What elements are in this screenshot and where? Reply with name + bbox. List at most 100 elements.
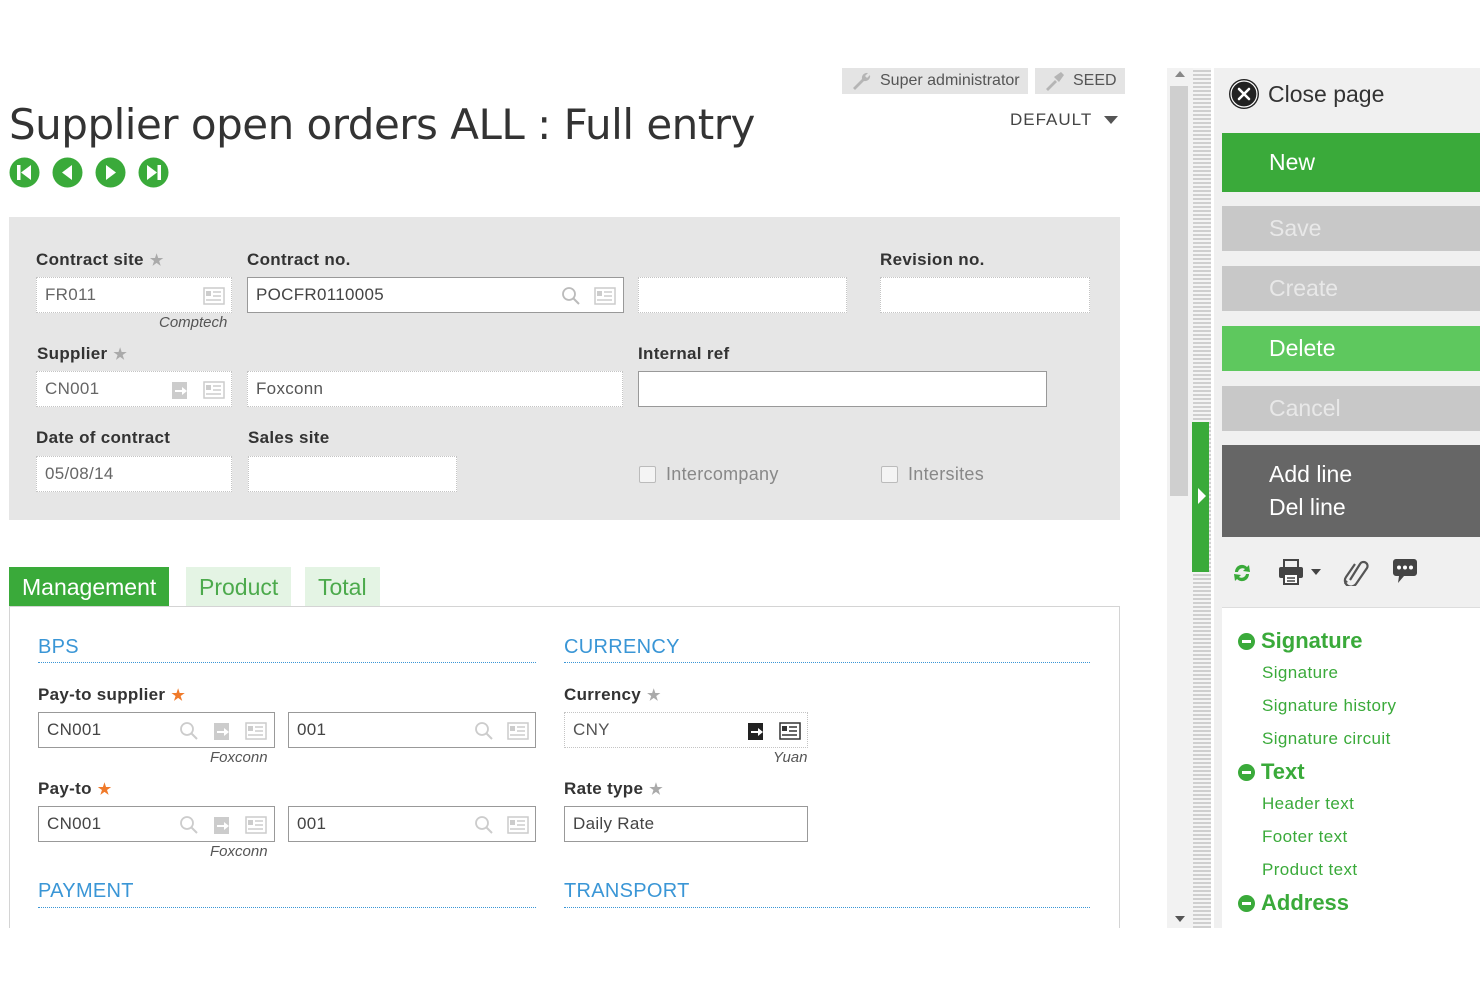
attachment-icon[interactable] [1342, 558, 1370, 586]
detail-card-icon[interactable] [507, 721, 529, 741]
folder-button[interactable]: SEED [1035, 68, 1125, 94]
pay-to-supplier-address-value: 001 [297, 720, 327, 739]
next-record-icon[interactable] [95, 157, 126, 188]
star-icon: ★ [649, 781, 663, 798]
view-label: DEFAULT [1010, 110, 1093, 129]
contract-desc-field[interactable] [638, 277, 847, 313]
previous-record-icon[interactable] [52, 157, 83, 188]
page-bottom-margin [0, 928, 1480, 987]
pay-to-address-field[interactable]: 001 [288, 806, 536, 842]
required-star-icon: ★ [97, 781, 112, 798]
detail-card-icon[interactable] [779, 721, 801, 741]
add-line-button[interactable]: Add line [1269, 461, 1352, 488]
search-icon[interactable] [178, 815, 200, 835]
close-page-button[interactable]: Close page [1228, 78, 1384, 110]
pay-to-field[interactable]: CN001 [38, 806, 275, 842]
view-selector[interactable]: DEFAULT [1010, 110, 1119, 130]
internal-ref-field[interactable] [638, 371, 1047, 407]
detail-card-icon[interactable] [507, 815, 529, 835]
refresh-icon[interactable] [1231, 561, 1253, 585]
contract-site-label: Contract site ★ [36, 250, 164, 269]
signature-group-toggle[interactable]: Signature [1238, 628, 1362, 654]
link-footer-text[interactable]: Footer text [1262, 827, 1348, 847]
internal-ref-label: Internal ref [638, 344, 730, 363]
section-currency-title: CURRENCY [564, 636, 680, 658]
revision-no-field[interactable] [880, 277, 1090, 313]
link-product-text[interactable]: Product text [1262, 860, 1358, 880]
open-link-icon[interactable] [211, 721, 233, 741]
tab-total[interactable]: Total [305, 567, 380, 607]
link-header-text[interactable]: Header text [1262, 794, 1354, 814]
intersites-checkbox[interactable]: Intersites [881, 464, 984, 485]
new-button[interactable]: New [1222, 133, 1480, 192]
caret-down-icon[interactable] [1310, 568, 1322, 576]
signature-group-title: Signature [1261, 628, 1363, 653]
supplier-name-field[interactable]: Foxconn [247, 371, 623, 407]
search-icon[interactable] [473, 721, 495, 741]
last-record-icon[interactable] [138, 157, 169, 188]
close-page-label: Close page [1268, 80, 1385, 107]
address-group-toggle[interactable]: Address [1238, 890, 1349, 916]
scroll-up-icon[interactable] [1174, 69, 1186, 78]
print-icon[interactable] [1277, 558, 1305, 586]
open-link-icon[interactable] [169, 380, 191, 400]
chevron-right-icon[interactable] [1196, 486, 1208, 506]
section-payment-title: PAYMENT [38, 880, 134, 902]
pay-to-supplier-field[interactable]: CN001 [38, 712, 275, 748]
page-root: Super administrator SEED Supplier open o… [0, 0, 1480, 987]
pay-to-value: CN001 [47, 814, 102, 833]
comment-icon[interactable] [1390, 557, 1420, 587]
cancel-button[interactable]: Cancel [1222, 386, 1480, 431]
search-icon[interactable] [473, 815, 495, 835]
open-link-icon[interactable] [211, 815, 233, 835]
link-signature-history[interactable]: Signature history [1262, 696, 1396, 716]
rate-type-value: Daily Rate [573, 814, 655, 833]
search-icon[interactable] [178, 721, 200, 741]
folder-tools-icon [1046, 72, 1064, 91]
date-of-contract-field[interactable]: 05/08/14 [36, 456, 232, 492]
collapse-icon [1238, 894, 1255, 912]
tab-management[interactable]: Management [9, 567, 170, 607]
contract-no-field[interactable]: POCFR0110005 [247, 277, 624, 313]
detail-card-icon[interactable] [203, 286, 225, 306]
contract-site-field[interactable]: FR011 [36, 277, 232, 313]
section-divider [38, 662, 536, 663]
supplier-field[interactable]: CN001 [36, 371, 232, 407]
page-title: Supplier open orders ALL : Full entry [9, 100, 755, 149]
intercompany-checkbox[interactable]: Intercompany [639, 464, 779, 485]
currency-value: CNY [573, 720, 610, 739]
checkbox-box[interactable] [881, 466, 898, 483]
currency-field[interactable]: CNY [564, 712, 808, 748]
del-line-button[interactable]: Del line [1269, 494, 1346, 521]
currency-label: Currency ★ [564, 685, 661, 704]
checkbox-box[interactable] [639, 466, 656, 483]
text-group-toggle[interactable]: Text [1238, 759, 1305, 785]
link-signature-circuit[interactable]: Signature circuit [1262, 729, 1391, 749]
save-button[interactable]: Save [1222, 206, 1480, 251]
tab-product[interactable]: Product [186, 567, 292, 607]
create-button[interactable]: Create [1222, 266, 1480, 311]
scroll-down-icon[interactable] [1174, 915, 1186, 924]
pay-to-supplier-label: Pay-to supplier ★ [38, 685, 186, 704]
date-of-contract-label: Date of contract [36, 428, 171, 447]
search-icon[interactable] [560, 286, 582, 306]
supplier-value: CN001 [45, 379, 100, 398]
detail-card-icon[interactable] [594, 286, 616, 306]
rate-type-select[interactable]: Daily Rate [564, 806, 808, 842]
currency-desc: Yuan [773, 749, 808, 766]
scrollbar-thumb[interactable] [1170, 86, 1188, 496]
required-star-icon: ★ [171, 687, 186, 704]
section-divider [564, 907, 1090, 908]
detail-card-icon[interactable] [245, 815, 267, 835]
supplier-label: Supplier ★ [37, 344, 128, 363]
user-role-button[interactable]: Super administrator [842, 68, 1028, 94]
detail-card-icon[interactable] [245, 721, 267, 741]
pay-to-supplier-address-field[interactable]: 001 [288, 712, 536, 748]
open-link-icon[interactable] [745, 721, 767, 741]
link-signature[interactable]: Signature [1262, 663, 1338, 683]
sales-site-field[interactable] [248, 456, 457, 492]
star-icon: ★ [113, 346, 128, 363]
first-record-icon[interactable] [9, 157, 40, 188]
detail-card-icon[interactable] [203, 380, 225, 400]
delete-button[interactable]: Delete [1222, 326, 1480, 371]
